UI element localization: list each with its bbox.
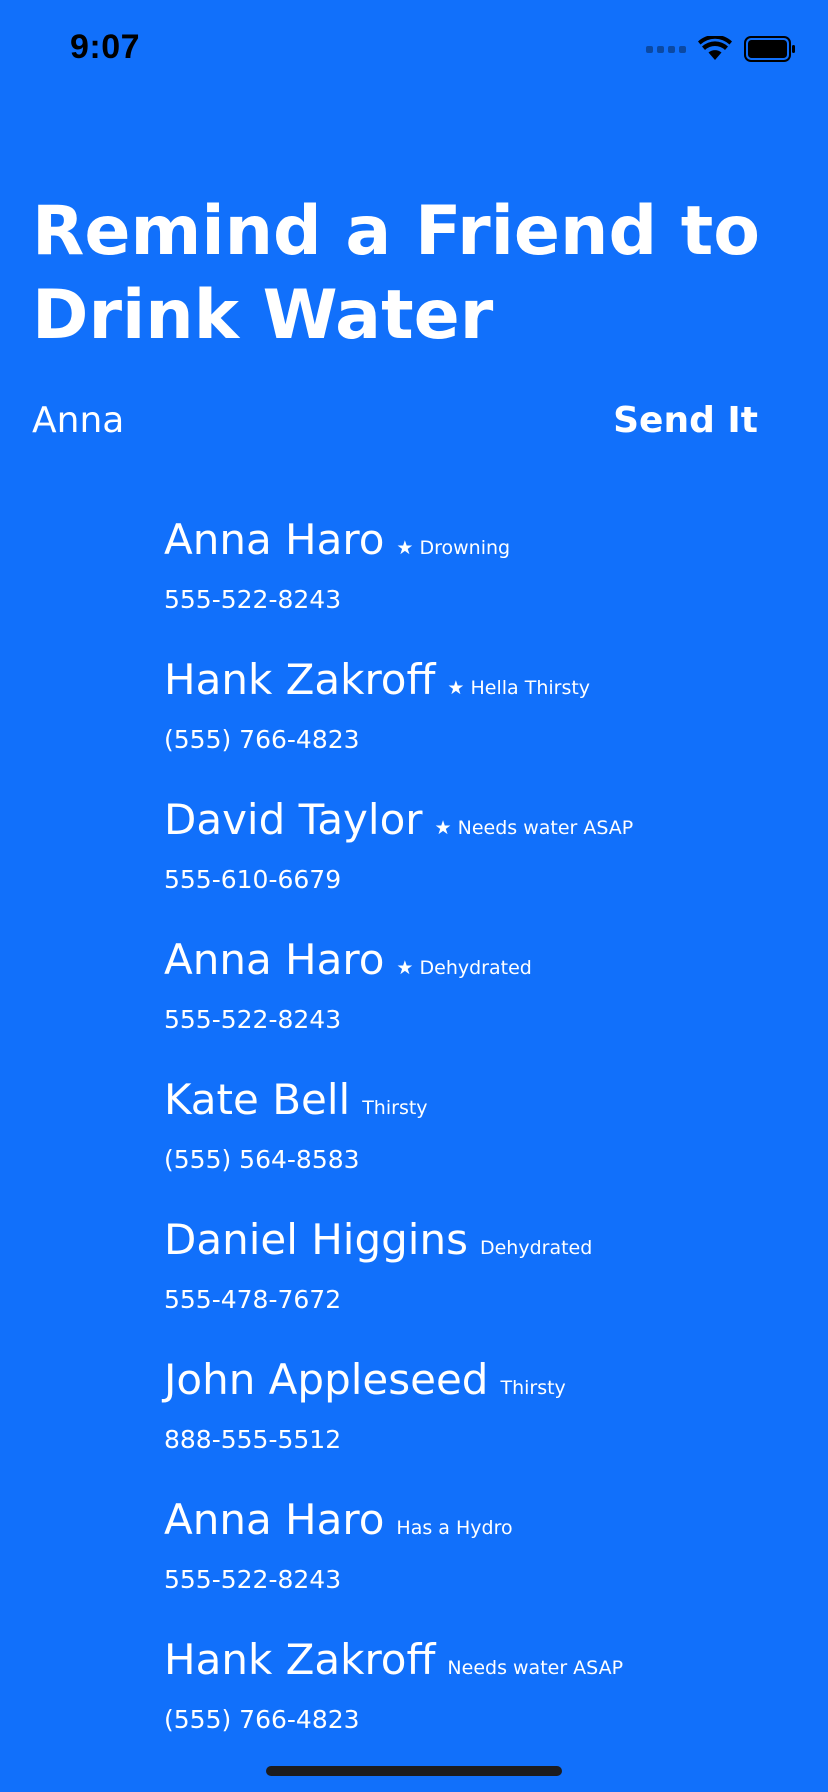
friend-name-line: Daniel Higgins Dehydrated <box>164 1215 784 1271</box>
friend-phone: (555) 766-4823 <box>164 725 360 754</box>
battery-icon <box>744 36 795 62</box>
status-bar: 9:07 <box>0 0 828 100</box>
friend-status: Needs water ASAP <box>447 1657 624 1679</box>
friend-name: Daniel Higgins <box>164 1215 468 1264</box>
friend-name-line: Anna Haro ★ Drowning <box>164 515 784 571</box>
friend-status: Has a Hydro <box>396 1517 513 1539</box>
friend-name: John Appleseed <box>164 1355 489 1404</box>
friend-name-line: Kate Bell Thirsty <box>164 1075 784 1131</box>
friend-row[interactable]: Anna Haro Has a Hydro 555-522-8243 <box>164 1495 784 1635</box>
friend-status: ★ Dehydrated <box>396 957 532 979</box>
friend-phone: 888-555-5512 <box>164 1425 342 1454</box>
friend-list: Anna Haro ★ Drowning 555-522-8243 Hank Z… <box>164 515 784 1775</box>
friend-phone: (555) 564-8583 <box>164 1145 360 1174</box>
friend-status: ★ Needs water ASAP <box>434 817 634 839</box>
friend-row[interactable]: John Appleseed Thirsty 888-555-5512 <box>164 1355 784 1495</box>
friend-phone: 555-522-8243 <box>164 585 342 614</box>
wifi-icon <box>698 36 732 60</box>
friend-name-line: David Taylor ★ Needs water ASAP <box>164 795 784 851</box>
friend-name: Kate Bell <box>164 1075 351 1124</box>
page-title: Remind a Friend to Drink Water <box>32 192 761 355</box>
friend-name: Anna Haro <box>164 1495 385 1544</box>
friend-phone: 555-522-8243 <box>164 1005 342 1034</box>
friend-status: ★ Hella Thirsty <box>447 677 591 699</box>
friend-row[interactable]: David Taylor ★ Needs water ASAP 555-610-… <box>164 795 784 935</box>
home-indicator[interactable] <box>266 1766 562 1776</box>
friend-status: ★ Drowning <box>396 537 511 559</box>
status-icons <box>646 36 796 62</box>
name-search-input[interactable] <box>32 399 472 441</box>
friend-row[interactable]: Anna Haro ★ Dehydrated 555-522-8243 <box>164 935 784 1075</box>
friend-name: Anna Haro <box>164 515 385 564</box>
friend-row[interactable]: Hank Zakroff ★ Hella Thirsty (555) 766-4… <box>164 655 784 795</box>
friend-name-line: Hank Zakroff Needs water ASAP <box>164 1635 784 1691</box>
friend-name: David Taylor <box>164 795 423 844</box>
send-it-button[interactable]: Send It <box>613 400 758 441</box>
friend-name-line: Hank Zakroff ★ Hella Thirsty <box>164 655 784 711</box>
friend-row[interactable]: Anna Haro ★ Drowning 555-522-8243 <box>164 515 784 655</box>
friend-name-line: Anna Haro ★ Dehydrated <box>164 935 784 991</box>
friend-row[interactable]: Hank Zakroff Needs water ASAP (555) 766-… <box>164 1635 784 1775</box>
friend-name: Hank Zakroff <box>164 655 436 704</box>
friend-status: Thirsty <box>500 1377 566 1399</box>
friend-phone: 555-522-8243 <box>164 1565 342 1594</box>
cellular-signal-icon <box>646 45 686 53</box>
friend-status: Thirsty <box>362 1097 428 1119</box>
friend-name: Hank Zakroff <box>164 1635 436 1684</box>
search-row: Send It <box>32 392 758 448</box>
friend-phone: 555-478-7672 <box>164 1285 342 1314</box>
friend-status: Dehydrated <box>479 1237 593 1259</box>
status-time: 9:07 <box>70 28 141 66</box>
friend-row[interactable]: Kate Bell Thirsty (555) 564-8583 <box>164 1075 784 1215</box>
friend-name: Anna Haro <box>164 935 385 984</box>
friend-phone: 555-610-6679 <box>164 865 342 894</box>
friend-name-line: John Appleseed Thirsty <box>164 1355 784 1411</box>
friend-name-line: Anna Haro Has a Hydro <box>164 1495 784 1551</box>
friend-row[interactable]: Daniel Higgins Dehydrated 555-478-7672 <box>164 1215 784 1355</box>
friend-phone: (555) 766-4823 <box>164 1705 360 1734</box>
